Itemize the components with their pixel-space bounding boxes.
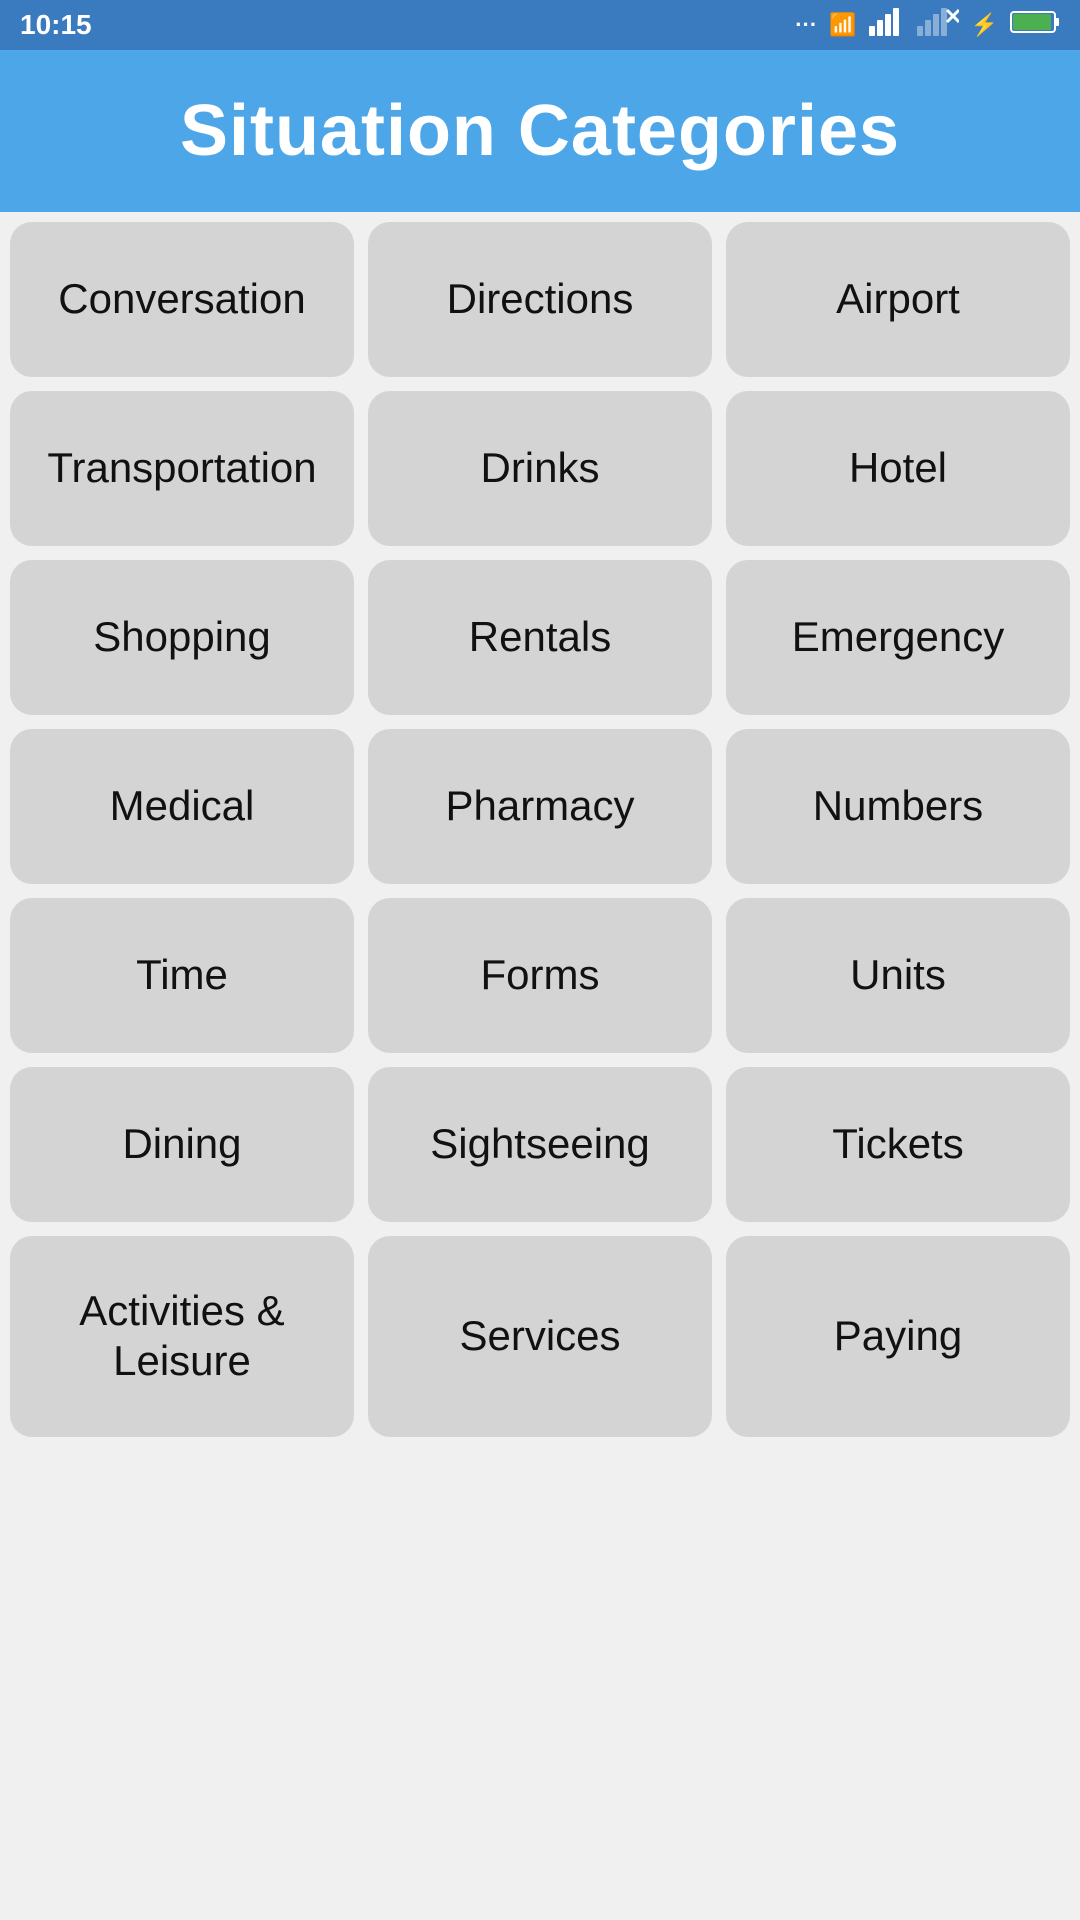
- category-button-services[interactable]: Services: [368, 1236, 712, 1437]
- category-button-shopping[interactable]: Shopping: [10, 560, 354, 715]
- status-time: 10:15: [20, 9, 92, 41]
- category-button-dining[interactable]: Dining: [10, 1067, 354, 1222]
- category-button-numbers[interactable]: Numbers: [726, 729, 1070, 884]
- category-button-hotel[interactable]: Hotel: [726, 391, 1070, 546]
- page-header: Situation Categories: [0, 50, 1080, 212]
- battery-icon: [1010, 9, 1060, 41]
- category-button-drinks[interactable]: Drinks: [368, 391, 712, 546]
- category-grid: ConversationDirectionsAirport Transportat…: [0, 212, 1080, 1447]
- category-button-paying[interactable]: Paying: [726, 1236, 1070, 1437]
- category-button-rentals[interactable]: Rentals: [368, 560, 712, 715]
- category-button-directions[interactable]: Directions: [368, 222, 712, 377]
- category-button-forms[interactable]: Forms: [368, 898, 712, 1053]
- category-button-tickets[interactable]: Tickets: [726, 1067, 1070, 1222]
- dots-icon: ···: [795, 12, 817, 38]
- category-button-transportation[interactable]: Transportation: [10, 391, 354, 546]
- category-button-conversation[interactable]: Conversation: [10, 222, 354, 377]
- category-button-time[interactable]: Time: [10, 898, 354, 1053]
- category-button-medical[interactable]: Medical: [10, 729, 354, 884]
- signal-x-icon: [917, 8, 959, 42]
- empty-area: [0, 1447, 1080, 1847]
- page-title: Situation Categories: [20, 90, 1060, 172]
- category-button-activities-leisure[interactable]: Activities & Leisure: [10, 1236, 354, 1437]
- category-button-units[interactable]: Units: [726, 898, 1070, 1053]
- category-button-sightseeing[interactable]: Sightseeing: [368, 1067, 712, 1222]
- charging-icon: ⚡: [971, 12, 998, 38]
- category-button-pharmacy[interactable]: Pharmacy: [368, 729, 712, 884]
- category-button-airport[interactable]: Airport: [726, 222, 1070, 377]
- category-button-emergency[interactable]: Emergency: [726, 560, 1070, 715]
- wifi-icon: 📶: [829, 12, 856, 38]
- status-bar: 10:15 ··· 📶 ⚡: [0, 0, 1080, 50]
- status-icons: ··· 📶 ⚡: [795, 8, 1060, 42]
- signal-icon: [869, 8, 905, 42]
